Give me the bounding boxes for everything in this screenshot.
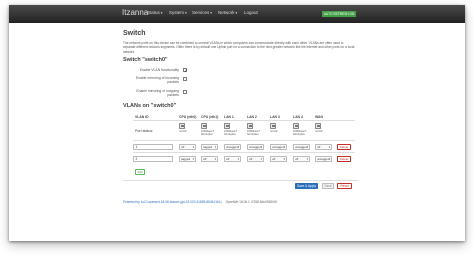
col-wan: WAN xyxy=(315,115,323,119)
port-select-lan2[interactable]: off xyxy=(247,156,264,162)
ethernet-port-icon xyxy=(247,123,253,129)
port-select-lan3[interactable]: off xyxy=(270,156,287,162)
mirror-incoming-checkbox[interactable] xyxy=(183,77,187,81)
col-lan4: LAN 4 xyxy=(293,115,303,119)
menu-status-label: Status xyxy=(147,10,160,15)
page-title: Switch xyxy=(123,30,146,37)
vlan-id-input[interactable]: 1 xyxy=(133,144,173,150)
menu-services[interactable]: Services▾ xyxy=(192,10,212,15)
port-select-wan[interactable]: untagged xyxy=(315,156,332,162)
ethernet-port-icon xyxy=(201,123,207,129)
ethernet-port-icon xyxy=(293,123,299,129)
port-status-cpu-eth0: no link xyxy=(179,130,187,133)
port-status-wan: no link xyxy=(315,130,323,133)
port-select-lan4[interactable]: off xyxy=(293,156,310,162)
col-cpu-eth0: CPU (eth0) xyxy=(179,115,197,119)
port-select-lan2[interactable]: untagged xyxy=(247,144,264,150)
option-label-vlan: Enable VLAN functionality xyxy=(139,68,179,72)
col-lan3: LAN 3 xyxy=(270,115,280,119)
port-select-cpu-eth0[interactable]: off xyxy=(179,144,196,150)
menu-network[interactable]: Network▾ xyxy=(218,10,237,15)
option-label-mirror-in: Enable mirroring of incoming packets xyxy=(135,76,179,85)
divider xyxy=(133,120,355,121)
table-row: 1 off tagged untagged untagged untagged … xyxy=(123,143,358,151)
option-label-mirror-out: Enable mirroring of outgoing packets xyxy=(136,89,179,98)
menu-status[interactable]: Status▾ xyxy=(147,10,163,15)
divider xyxy=(133,152,355,153)
save-button[interactable]: Save xyxy=(322,183,334,189)
ethernet-port-icon xyxy=(315,123,321,129)
brand-logo[interactable]: Itzanna xyxy=(122,8,148,17)
port-select-cpu-eth1[interactable]: tagged xyxy=(201,144,218,150)
port-select-lan4[interactable]: untagged xyxy=(293,144,310,150)
ethernet-port-icon xyxy=(270,123,276,129)
top-navbar: Itzanna Status▾ System▾ Services▾ Networ… xyxy=(9,5,465,23)
divider xyxy=(123,180,358,181)
switch-section-title: Switch "switch0" xyxy=(123,57,168,63)
menu-services-label: Services xyxy=(192,10,210,15)
port-status-label: Port status: xyxy=(135,129,154,133)
col-cpu-eth1: CPU (eth1) xyxy=(201,115,219,119)
reset-button[interactable]: Reset xyxy=(337,183,352,189)
footer: Powered by LuCI openwrt-18.06 branch (gi… xyxy=(123,200,277,204)
ethernet-port-icon xyxy=(179,123,185,129)
auto-refresh-badge[interactable]: AUTO REFRESH ON xyxy=(322,11,356,17)
port-status-cpu-eth1: 1000baseT full-duplex xyxy=(201,130,214,136)
port-status-lan4: 1000baseT full-duplex xyxy=(293,130,306,136)
vlan-table: VLAN ID CPU (eth0) CPU (eth1) LAN 1 LAN … xyxy=(123,115,358,205)
vlan-id-input[interactable]: 2 xyxy=(133,156,173,162)
browser-window: Itzanna Status▾ System▾ Services▾ Networ… xyxy=(9,5,465,241)
chevron-down-icon: ▾ xyxy=(185,11,187,15)
chevron-down-icon: ▾ xyxy=(160,11,163,15)
add-vlan-button[interactable]: Add xyxy=(135,169,145,175)
menu-network-label: Network xyxy=(218,10,235,15)
port-status-lan2: 1000baseT full-duplex xyxy=(247,130,260,136)
page-description: The network ports on this device can be … xyxy=(123,41,355,54)
enable-vlan-checkbox[interactable] xyxy=(183,68,188,74)
col-lan1: LAN 1 xyxy=(224,115,234,119)
menu-system-label: System xyxy=(169,10,185,15)
save-apply-button[interactable]: Save & Apply xyxy=(295,183,318,189)
port-select-wan[interactable]: off xyxy=(315,144,332,150)
port-status-lan1: 1000baseT full-duplex xyxy=(224,130,237,136)
chevron-down-icon: ▾ xyxy=(235,11,238,15)
ethernet-port-icon xyxy=(224,123,230,129)
delete-vlan-button[interactable]: Delete xyxy=(337,144,351,150)
port-select-lan1[interactable]: untagged xyxy=(224,144,241,150)
port-status-lan3: no link xyxy=(270,130,278,133)
table-row: 2 tagged off off off off off untagged De… xyxy=(123,155,358,163)
mirror-outgoing-checkbox[interactable] xyxy=(183,90,187,94)
menu-system[interactable]: System▾ xyxy=(169,10,187,15)
vlans-section-title: VLANs on "switch0" xyxy=(123,103,177,109)
chevron-down-icon: ▾ xyxy=(210,11,213,15)
port-select-cpu-eth0[interactable]: tagged xyxy=(179,156,196,162)
port-select-lan1[interactable]: off xyxy=(224,156,241,162)
delete-vlan-button[interactable]: Delete xyxy=(337,156,351,162)
divider xyxy=(133,140,355,141)
footer-link[interactable]: Powered by LuCI openwrt-18.06 branch (gi… xyxy=(123,200,222,204)
port-select-lan3[interactable]: untagged xyxy=(270,144,287,150)
port-select-cpu-eth1[interactable]: off xyxy=(201,156,218,162)
col-lan2: LAN 2 xyxy=(247,115,257,119)
col-vlan-id: VLAN ID xyxy=(135,115,149,119)
menu-logout[interactable]: Logout xyxy=(244,10,258,15)
footer-version: OpenWrt 18.06.1 r7258-5eb055306f xyxy=(225,200,277,204)
